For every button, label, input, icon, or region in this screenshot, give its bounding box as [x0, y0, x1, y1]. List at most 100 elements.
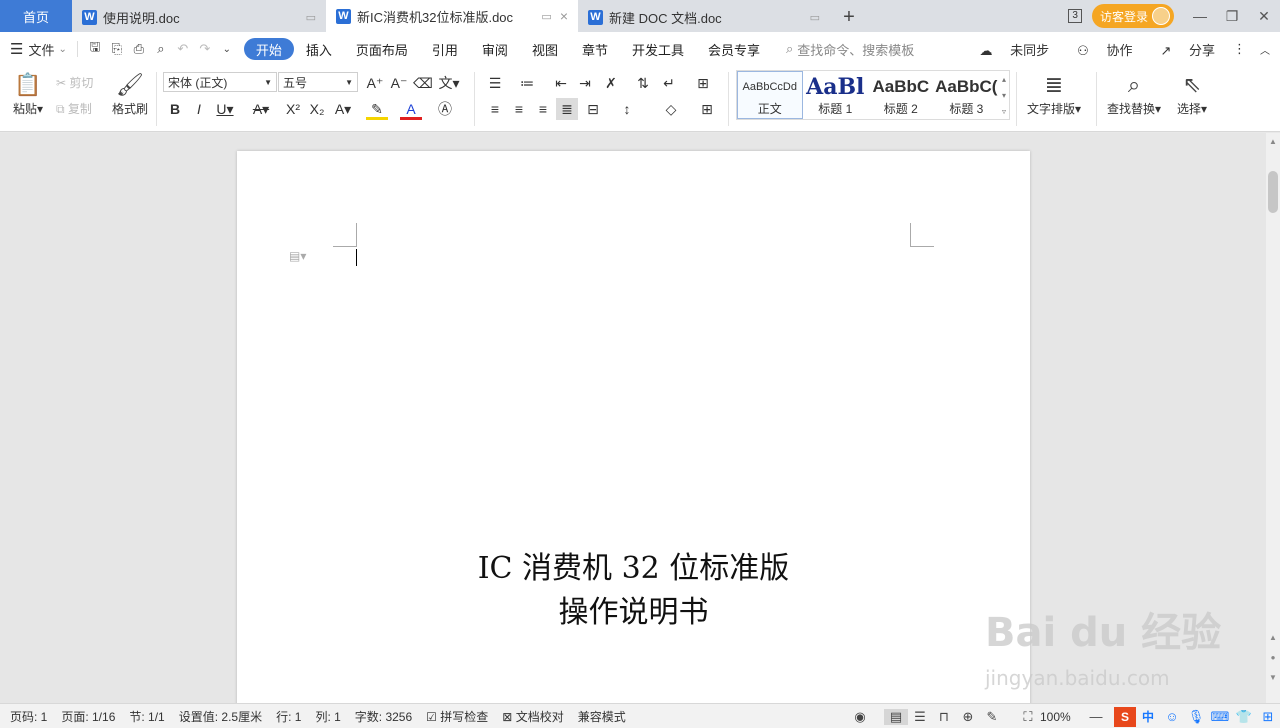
scroll-up-icon[interactable]: ▲ [1266, 137, 1280, 146]
login-button[interactable]: 访客登录 [1091, 4, 1174, 28]
print-icon[interactable]: ⎙ [128, 41, 150, 57]
font-name-select[interactable]: 宋体 (正文) ▼ [163, 72, 277, 92]
char-border-icon[interactable]: Ⓐ [434, 98, 456, 120]
collapse-ribbon-icon[interactable]: ︿ [1260, 42, 1270, 57]
paste-button[interactable]: 📋 粘贴▾ [10, 70, 46, 117]
underline-icon[interactable]: U▾ [214, 98, 236, 120]
style-heading-1[interactable]: AaBl 标题 1 [803, 71, 869, 119]
format-painter-button[interactable]: 🖌 格式刷 [108, 70, 152, 117]
justify-icon[interactable]: ≣ [556, 98, 578, 120]
distribute-icon[interactable]: ⊟ [582, 98, 604, 120]
eye-protection-icon[interactable]: ◉ [848, 709, 872, 725]
more-icon[interactable]: ⋮ [1233, 41, 1246, 57]
vertical-scrollbar[interactable]: ▲ ▲ ● ▼ [1266, 133, 1280, 703]
italic-icon[interactable]: I [188, 98, 210, 120]
file-menu[interactable]: ☰ 文件 ⌄ [10, 40, 67, 59]
close-icon[interactable]: × [560, 8, 568, 24]
status-line[interactable]: 行: 1 [276, 708, 301, 725]
sogou-ime-icon[interactable]: S [1113, 706, 1136, 727]
close-window-icon[interactable]: ✕ [1248, 8, 1280, 25]
phonetic-icon[interactable]: 文▾ [438, 72, 460, 94]
write-mode-icon[interactable]: ✎ [980, 709, 1004, 725]
doc-check-button[interactable]: ⊠ 文档校对 [502, 708, 563, 725]
font-size-select[interactable]: 五号 ▼ [278, 72, 358, 92]
print-preview-icon[interactable]: ⌕ [150, 41, 172, 57]
grow-font-icon[interactable]: A⁺ [364, 72, 386, 94]
tab-view[interactable]: 视图 [520, 40, 570, 59]
strikethrough-icon[interactable]: A▾ [250, 98, 272, 120]
tab-review[interactable]: 审阅 [470, 40, 520, 59]
tab-developer[interactable]: 开发工具 [620, 40, 696, 59]
prev-page-icon[interactable]: ▲ [1266, 633, 1280, 642]
microphone-icon[interactable]: 🎙 [1184, 709, 1208, 725]
minimize-icon[interactable]: — [1184, 8, 1216, 24]
status-page[interactable]: 页面: 1/16 [61, 708, 115, 725]
status-position[interactable]: 设置值: 2.5厘米 [179, 708, 262, 725]
decrease-indent-icon[interactable]: ⇤ [550, 72, 572, 94]
tab-page-layout[interactable]: 页面布局 [344, 40, 420, 59]
zoom-level[interactable]: 100% [1040, 710, 1084, 724]
collab-button[interactable]: ⚇ 协作 [1063, 40, 1132, 59]
new-tab-button[interactable]: + [830, 2, 868, 32]
paragraph-options-icon[interactable]: ▤▾ [289, 249, 306, 263]
tab-chapter[interactable]: 章节 [570, 40, 620, 59]
redo-icon[interactable]: ↷ [194, 41, 216, 57]
align-left-icon[interactable]: ≡ [484, 98, 506, 120]
zoom-out-icon[interactable]: — [1084, 709, 1108, 724]
tab-document-1[interactable]: W 使用说明.doc ▭ [72, 2, 326, 32]
chinese-layout-icon[interactable]: ✗ [600, 72, 622, 94]
tab-references[interactable]: 引用 [420, 40, 470, 59]
superscript-icon[interactable]: X² [282, 98, 304, 120]
numbered-list-icon[interactable]: ≔ [516, 72, 538, 94]
styles-scroll[interactable]: ▴ ▾ ▿ [999, 71, 1009, 119]
ruler-icon[interactable]: ⊞ [692, 72, 714, 94]
tab-home[interactable]: 首页 [0, 0, 72, 32]
toolbox-icon[interactable]: ⊞ [1256, 709, 1280, 725]
status-section[interactable]: 节: 1/1 [129, 708, 164, 725]
float-window-icon[interactable]: ▭ [306, 11, 316, 24]
save-icon[interactable]: 🖫 [84, 38, 106, 60]
clear-format-icon[interactable]: ⌫ [412, 72, 434, 94]
align-right-icon[interactable]: ≡ [532, 98, 554, 120]
undo-icon[interactable]: ↶ [172, 41, 194, 57]
bullet-list-icon[interactable]: ☰ [484, 72, 506, 94]
spell-check-button[interactable]: ☑ 拼写检查 [426, 708, 488, 725]
float-window-icon[interactable]: ▭ [541, 10, 551, 23]
tab-document-2[interactable]: W 新IC消费机32位标准版.doc ▭ × [326, 0, 578, 32]
align-center-icon[interactable]: ≡ [508, 98, 530, 120]
sync-button[interactable]: ☁ 未同步 [966, 40, 1050, 59]
style-heading-3[interactable]: AaBbC( 标题 3 [934, 71, 1000, 119]
line-spacing-icon[interactable]: ↕ [616, 98, 638, 120]
fit-page-icon[interactable]: ⛶ [1016, 709, 1040, 725]
copy-button[interactable]: ⧉ 复制 [56, 100, 92, 117]
reading-view-icon[interactable]: ⊓ [932, 709, 956, 725]
text-layout-button[interactable]: ≣ 文字排版▾ [1026, 70, 1082, 117]
keyboard-icon[interactable]: ⌨ [1208, 709, 1232, 725]
borders-icon[interactable]: ⊞ [696, 98, 718, 120]
skin-icon[interactable]: 👕 [1232, 709, 1256, 725]
emoji-icon[interactable]: ☺ [1160, 709, 1184, 724]
ime-chinese-mode[interactable]: 中 [1142, 708, 1154, 725]
web-view-icon[interactable]: ⊕ [956, 709, 980, 725]
share-button[interactable]: ↗ 分享 [1146, 40, 1215, 59]
shading-icon[interactable]: ◇ [660, 98, 682, 120]
cut-button[interactable]: ✂ 剪切 [56, 74, 93, 91]
tab-member[interactable]: 会员专享 [696, 40, 772, 59]
increase-indent-icon[interactable]: ⇥ [574, 72, 596, 94]
subscript-icon[interactable]: X₂ [306, 98, 328, 120]
status-page-number[interactable]: 页码: 1 [10, 708, 47, 725]
style-normal[interactable]: AaBbCcDd 正文 [737, 71, 803, 119]
float-window-icon[interactable]: ▭ [810, 11, 820, 24]
tab-insert[interactable]: 插入 [294, 40, 344, 59]
shrink-font-icon[interactable]: A⁻ [388, 72, 410, 94]
export-pdf-icon[interactable]: ⎘ [106, 41, 128, 57]
select-browse-icon[interactable]: ● [1266, 653, 1280, 662]
window-count-badge[interactable]: 3 [1068, 9, 1082, 23]
font-color-icon[interactable]: A [400, 98, 422, 120]
style-heading-2[interactable]: AaBbC 标题 2 [868, 71, 934, 119]
restore-icon[interactable]: ❐ [1216, 8, 1248, 25]
command-search[interactable]: ⌕ 查找命令、搜索模板 [786, 40, 914, 59]
document-page[interactable]: ▤▾ IC 消费机 32 位标准版 操作说明书 [237, 151, 1030, 703]
highlight-icon[interactable]: ✎ [366, 98, 388, 120]
select-button[interactable]: ⇖ 选择▾ [1172, 70, 1212, 117]
